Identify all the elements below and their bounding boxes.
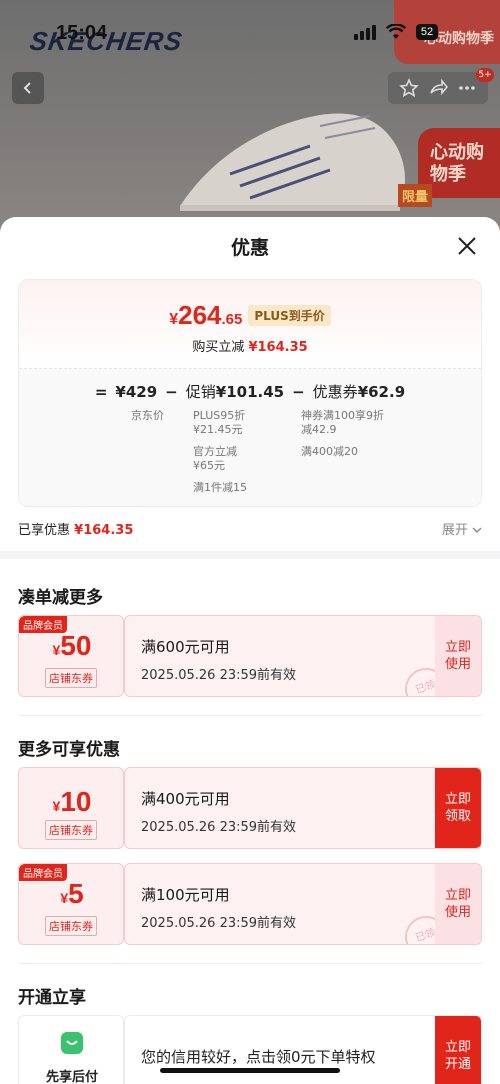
signal-icon	[354, 24, 376, 40]
enjoyed-amount: ¥164.35	[74, 523, 134, 538]
coupon-detail-line: 减42.9	[301, 423, 337, 436]
section-line	[18, 715, 482, 716]
sheet-title: 优惠	[230, 237, 269, 259]
more-icon[interactable]	[457, 78, 477, 98]
coupon-detail-line: 神券满100享9折	[301, 409, 384, 422]
section-divider	[0, 551, 500, 559]
wifi-icon	[386, 24, 406, 39]
open-section-title: 开通立享	[18, 988, 86, 1008]
promo-label: 促销	[185, 383, 216, 401]
coupon-card: ¥10 店铺东券 满400元可用 2025.05.26 23:59前有效 立即领…	[18, 767, 482, 849]
coupon-card: 品牌会员 ¥5 店铺东券 满100元可用 2025.05.26 23:59前有效…	[18, 863, 482, 945]
coupon-value: 5	[68, 878, 84, 909]
expand-button[interactable]: 展开	[442, 519, 482, 538]
use-now-button[interactable]: 立即 使用	[435, 616, 481, 696]
product-shoe-image	[180, 113, 405, 211]
reduce-row: 购买立减 ¥164.35	[19, 336, 481, 355]
enjoyed-discount: 已享优惠 ¥164.35	[18, 519, 133, 538]
coupon-details: 神券满100享9折 减42.9 满400减20	[301, 409, 384, 467]
chevron-down-icon	[472, 527, 482, 533]
bnpl-text: 您的信用较好，点击领0元下单特权	[141, 1048, 376, 1066]
coupon-label: 优惠券	[312, 383, 358, 401]
use-now-button[interactable]: 立即 使用	[435, 864, 481, 944]
message-badge: 5+	[476, 68, 494, 82]
reduce-amount: ¥164.35	[248, 340, 308, 355]
equals-sign: =	[94, 383, 108, 401]
price-int: 264	[178, 300, 222, 330]
coupon-right: 满400元可用 2025.05.26 23:59前有效 立即 领取	[124, 767, 482, 849]
jd-price: ¥429	[115, 383, 158, 401]
promo-detail-line: PLUS95折	[193, 409, 246, 422]
final-price: ¥264.65	[169, 300, 242, 331]
coupon-value: 50	[60, 630, 92, 661]
jd-price-label-col: 京东价	[131, 409, 164, 431]
home-indicator[interactable]	[160, 1068, 340, 1073]
claim-now-button[interactable]: 立即 领取	[435, 768, 481, 848]
minus-sign: −	[165, 383, 178, 401]
promo-detail-line: 满1件减15	[193, 481, 247, 494]
reduce-label: 购买立减	[192, 340, 245, 355]
minus-sign-2: −	[292, 383, 305, 401]
coupon-expiry: 2025.05.26 23:59前有效	[141, 820, 297, 835]
coupon-card: 品牌会员 ¥50 店铺东券 满600元可用 2025.05.26 23:59前有…	[18, 615, 482, 697]
battery-icon: 52	[416, 24, 438, 40]
close-icon[interactable]	[456, 235, 478, 257]
combine-section-title: 凑单减更多	[18, 588, 103, 608]
coupon-left: 品牌会员 ¥5 店铺东券	[18, 863, 124, 945]
jd-price-label: 京东价	[131, 409, 164, 422]
coupon-condition: 满600元可用	[141, 638, 230, 656]
coupon-right: 满600元可用 2025.05.26 23:59前有效 已领 立即 使用	[124, 615, 482, 697]
price-breakdown: = ¥429 − 促销 ¥101.45 − 优惠券 ¥62.9 京东价 PLUS95…	[19, 368, 481, 506]
final-price-row: ¥264.65 PLUS到手价	[19, 300, 481, 331]
back-button[interactable]	[12, 72, 44, 104]
coupon-amount: ¥10	[19, 786, 125, 818]
shopping-bag-icon	[61, 1032, 83, 1054]
more-section-title: 更多可享优惠	[18, 740, 120, 760]
status-icons: 52	[354, 24, 438, 40]
bnpl-left: 先享后付	[18, 1015, 124, 1084]
coupon-amount: ¥5	[19, 878, 125, 910]
bnpl-card: 先享后付 您的信用较好，点击领0元下单特权 立即 开通	[18, 1015, 482, 1084]
coupon-right: 满100元可用 2025.05.26 23:59前有效 已领 立即 使用	[124, 863, 482, 945]
shop-coupon-tag: 店铺东券	[45, 916, 97, 936]
limit-tag: 限量	[397, 184, 432, 207]
plus-price-tag: PLUS到手价	[248, 305, 331, 326]
shop-coupon-tag: 店铺东券	[45, 820, 97, 840]
discount-sheet: 优惠 ¥264.65 PLUS到手价 购买立减 ¥164.35 = ¥429 −…	[0, 217, 500, 1084]
coupon-currency: ¥	[60, 890, 69, 906]
coupon-expiry: 2025.05.26 23:59前有效	[141, 916, 297, 931]
coupon-amount: ¥50	[19, 630, 125, 662]
open-now-button[interactable]: 立即 开通	[435, 1016, 481, 1084]
coupon-amount: ¥62.9	[357, 383, 406, 401]
coupon-expiry: 2025.05.26 23:59前有效	[141, 668, 297, 683]
chevron-left-icon	[23, 82, 31, 94]
coupon-left: 品牌会员 ¥50 店铺东券	[18, 615, 124, 697]
coupon-condition: 满400元可用	[141, 790, 230, 808]
coupon-detail-line: 满400减20	[301, 445, 358, 458]
enjoyed-label: 已享优惠	[18, 523, 71, 538]
coupon-left: ¥10 店铺东券	[18, 767, 124, 849]
coupon-value: 10	[60, 786, 92, 817]
share-icon[interactable]	[428, 78, 448, 98]
promo-detail-line: ¥65元	[193, 459, 225, 472]
shop-coupon-tag: 店铺东券	[45, 668, 97, 688]
promo-detail-line: ¥21.45元	[193, 423, 243, 436]
promo-detail-line: 官方立减	[193, 445, 237, 458]
expand-label: 展开	[441, 523, 468, 538]
promo-amount: ¥101.45	[215, 383, 285, 401]
price-currency: ¥	[169, 311, 179, 328]
status-time: 15:04	[56, 22, 108, 44]
product-page-background: 心动购物季 SKECHERS 15:04 52 5+ 心动购物季 限量	[0, 0, 500, 240]
section-line	[18, 963, 482, 964]
price-dec: .65	[221, 311, 243, 328]
promo-details: PLUS95折 ¥21.45元 官方立减 ¥65元 满1件减15	[193, 409, 247, 503]
price-summary-card: ¥264.65 PLUS到手价 购买立减 ¥164.35 = ¥429 − 促销…	[18, 279, 482, 507]
coupon-condition: 满100元可用	[141, 886, 230, 904]
bnpl-right: 您的信用较好，点击领0元下单特权 立即 开通	[124, 1015, 482, 1084]
bnpl-label: 先享后付	[45, 1070, 98, 1084]
breakdown-equation: = ¥429 − 促销 ¥101.45 − 优惠券 ¥62.9	[19, 381, 481, 402]
